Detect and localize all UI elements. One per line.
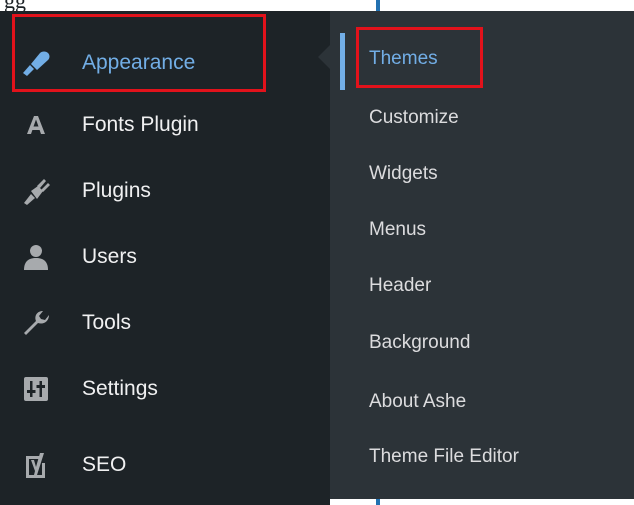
cropped-top-area: gg [0,0,634,11]
sidebar-item-label: Users [82,245,137,268]
wrench-icon [16,303,56,343]
user-icon [16,237,56,277]
themes-highlight-box [356,27,483,88]
sidebar-item-fonts-plugin[interactable]: Fonts Plugin [0,95,330,155]
submenu-item-widgets[interactable]: Widgets [369,163,438,185]
sidebar-item-label: SEO [82,453,127,476]
cropped-text-fragment: gg [4,0,26,11]
appearance-highlight-box [12,14,266,92]
submenu-item-theme-file-editor[interactable]: Theme File Editor [369,446,519,468]
sidebar-item-settings[interactable]: Settings [0,359,330,419]
submenu-item-menus[interactable]: Menus [369,219,426,241]
sidebar-item-tools[interactable]: Tools [0,293,330,353]
sidebar-item-users[interactable]: Users [0,227,330,287]
sidebar-item-seo[interactable]: SEO [0,435,330,495]
submenu-item-customize[interactable]: Customize [369,107,459,129]
plug-icon [16,171,56,211]
sidebar-item-label: Tools [82,311,132,334]
yoast-icon [16,445,56,485]
blue-accent-line-bottom [376,499,380,505]
sliders-icon [16,369,56,409]
sidebar-item-plugins[interactable]: Plugins [0,161,330,221]
blue-accent-line-top [376,0,380,11]
submenu-pointer-arrow [318,45,330,69]
submenu-item-header[interactable]: Header [369,275,431,297]
submenu-item-background[interactable]: Background [369,332,470,354]
sidebar-item-label: Fonts Plugin [82,113,199,136]
letter-a-icon [16,105,56,145]
submenu-item-about-ashe[interactable]: About Ashe [369,391,466,413]
sidebar-item-label: Settings [82,377,158,400]
sidebar-item-label: Plugins [82,179,151,202]
current-item-indicator [340,33,345,90]
